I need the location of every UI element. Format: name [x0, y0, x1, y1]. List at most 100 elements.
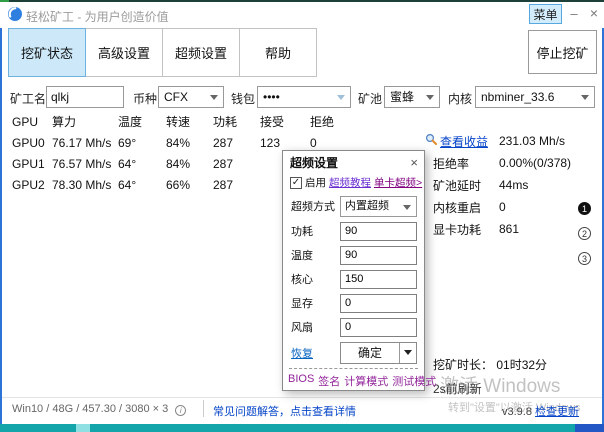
fan-input[interactable]	[340, 318, 417, 337]
total-hashrate: 231.03 Mh/s	[499, 134, 565, 148]
coin-label: 币种	[133, 90, 157, 107]
pool-label: 矿池	[358, 90, 382, 107]
stat-row-reject: 拒绝率 0.00%(0/378)	[425, 152, 601, 174]
stat-label: 内核重启	[433, 199, 499, 216]
ok-button[interactable]: 确定	[341, 343, 399, 363]
gpu-col-header: 算力	[52, 112, 118, 133]
gpu-cell: 69°	[118, 133, 166, 154]
field-label: 核心	[291, 271, 313, 287]
stat-row-restarts: 内核重启 0	[425, 196, 601, 218]
gpu-cell: GPU0	[12, 133, 52, 154]
signature-link[interactable]: 签名	[318, 373, 340, 389]
kernel-label: 内核	[448, 90, 472, 107]
gpu-cell: GPU2	[12, 175, 52, 196]
magnifier-icon	[425, 133, 438, 149]
gpu-cell: 287	[213, 175, 260, 196]
overclock-dialog-titlebar: 超频设置 ×	[283, 151, 424, 172]
vram-input[interactable]	[340, 294, 417, 313]
app-icon	[7, 6, 23, 27]
gpu-col-header: 接受	[260, 112, 310, 133]
chevron-down-icon	[210, 95, 218, 100]
gpu-col-header: 拒绝	[310, 112, 370, 133]
pool-value: 蜜蜂	[390, 90, 414, 104]
ok-split-button[interactable]: 确定	[340, 342, 417, 364]
menu-button[interactable]: 菜单	[529, 4, 562, 24]
pool-select[interactable]: 蜜蜂	[384, 86, 440, 108]
step-badge-1[interactable]: 1	[578, 202, 591, 215]
gpu-col-header: 温度	[118, 112, 166, 133]
window-title: 轻松矿工 - 为用户创造价值	[26, 8, 169, 25]
system-info-text: Win10 / 48G / 457.30 / 3080 × 3	[12, 403, 168, 415]
mode-label: 超频方式	[291, 198, 335, 214]
test-mode-link[interactable]: 测试模式	[392, 373, 436, 389]
kernel-select[interactable]: nbminer_33.6	[475, 86, 595, 108]
bios-link[interactable]: BIOS	[288, 373, 314, 389]
miner-name-input[interactable]	[46, 86, 124, 108]
gpu-cell: 76.17 Mh/s	[52, 133, 118, 154]
taskbar-strip-highlight	[76, 424, 90, 432]
tab-overclock-settings[interactable]: 超频设置	[162, 28, 240, 77]
step-badge-2[interactable]: 2	[578, 227, 591, 240]
close-icon[interactable]: ×	[410, 155, 418, 170]
enable-label: 启用	[305, 175, 326, 190]
tab-mining-status[interactable]: 挖矿状态	[8, 28, 86, 77]
gpu-col-header: 转速	[166, 112, 213, 133]
check-update-link[interactable]: 检查更新	[535, 406, 579, 418]
income-link[interactable]: 查看收益	[440, 133, 488, 150]
overclock-actions-row: 恢复 确定	[283, 339, 424, 366]
dialog-footer-links: BIOS 签名 计算模式 测试模式	[283, 369, 424, 389]
mining-duration-value: 01时32分	[496, 358, 547, 372]
temp-input[interactable]	[340, 246, 417, 265]
field-temp: 温度	[283, 243, 424, 267]
stat-label: 显卡功耗	[433, 221, 499, 238]
gpu-cell: 287	[213, 133, 260, 154]
core-input[interactable]	[340, 270, 417, 289]
stat-label: 拒绝率	[433, 155, 499, 172]
wallet-label: 钱包	[231, 90, 255, 107]
minimize-button[interactable]: –	[564, 3, 584, 23]
gpu-cell: 84%	[166, 154, 213, 175]
gpu-col-header: GPU	[12, 112, 52, 133]
enable-checkbox[interactable]: ✓	[290, 177, 302, 189]
miner-name-label: 矿工名	[10, 90, 46, 107]
taskbar-strip-right	[575, 424, 604, 432]
statusbar-separator	[203, 400, 204, 417]
chevron-down-icon	[426, 95, 434, 100]
chevron-down-icon	[337, 95, 345, 100]
stop-mining-button[interactable]: 停止挖矿	[528, 30, 597, 74]
tutorial-link[interactable]: 超频教程	[329, 175, 371, 190]
stat-value: 861	[499, 222, 519, 236]
single-card-overclock-link[interactable]: 单卡超频>	[374, 175, 422, 190]
tab-help[interactable]: 帮助	[239, 28, 317, 77]
step-badge-3[interactable]: 3	[578, 252, 591, 265]
stat-label: 矿池延时	[433, 177, 499, 194]
stat-value: 0.00%(0/378)	[499, 156, 571, 170]
close-button[interactable]: ×	[585, 3, 603, 23]
tab-advanced-settings[interactable]: 高级设置	[85, 28, 163, 77]
titlebar[interactable]: 轻松矿工 - 为用户创造价值 菜单 – ×	[0, 2, 604, 28]
overclock-mode-row: 超频方式 内置超频	[283, 193, 424, 219]
app-window: 轻松矿工 - 为用户创造价值 菜单 – × 挖矿状态 高级设置 超频设置 帮助 …	[0, 0, 604, 432]
info-icon[interactable]: i	[175, 405, 186, 416]
power-input[interactable]	[340, 222, 417, 241]
mode-value: 内置超频	[345, 200, 389, 212]
faq-link[interactable]: 常见问题解答，点击查看详情	[213, 403, 356, 419]
coin-select[interactable]: CFX	[158, 86, 224, 108]
chevron-down-icon	[581, 95, 589, 100]
system-info: Win10 / 48G / 457.30 / 3080 × 3 i	[12, 403, 186, 416]
gpu-cell: GPU1	[12, 154, 52, 175]
wallet-select[interactable]: ••••	[257, 86, 351, 108]
mode-select[interactable]: 内置超频	[340, 196, 417, 217]
overclock-dialog-title: 超频设置	[290, 154, 338, 171]
field-label: 温度	[291, 247, 313, 263]
field-label: 显存	[291, 295, 313, 311]
window-border-left	[0, 6, 2, 424]
ok-dropdown-arrow[interactable]	[399, 343, 416, 363]
field-power: 功耗	[283, 219, 424, 243]
config-bar: 矿工名 币种 CFX 钱包 •••• 矿池 蜜蜂 内核 nbminer_33.6	[0, 86, 604, 108]
compute-mode-link[interactable]: 计算模式	[344, 373, 388, 389]
stat-value: 44ms	[499, 178, 528, 192]
stat-row-income: 查看收益 231.03 Mh/s	[425, 130, 601, 152]
field-fan: 风扇	[283, 315, 424, 339]
restore-link[interactable]: 恢复	[291, 345, 313, 361]
